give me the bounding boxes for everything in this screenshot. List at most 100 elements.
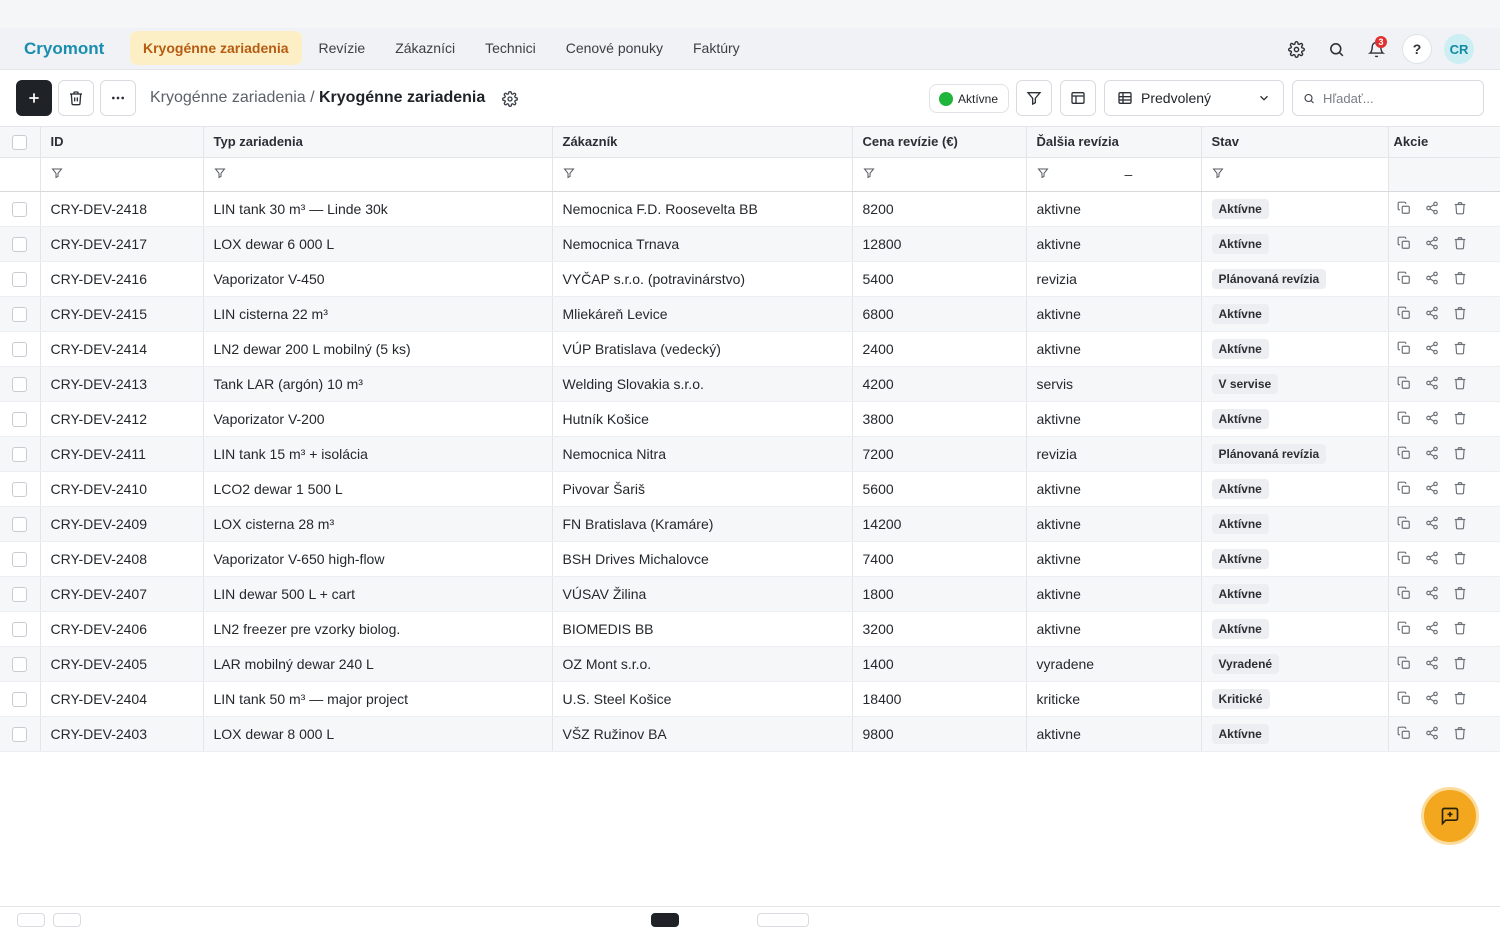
delete-selected-button[interactable] (58, 80, 94, 116)
cell-id[interactable]: CRY-DEV-2413 (40, 366, 204, 402)
table-row[interactable]: CRY-DEV-2411 LIN tank 15 m³ + isolácia Nem… (0, 436, 1500, 472)
cell-id[interactable]: CRY-DEV-2407 (40, 576, 204, 612)
pagination-first-button[interactable] (17, 913, 45, 927)
delete-row-button[interactable] (1453, 656, 1469, 672)
delete-row-button[interactable] (1453, 271, 1469, 287)
delete-row-button[interactable] (1453, 446, 1469, 462)
cell-id[interactable]: CRY-DEV-2408 (40, 541, 204, 577)
column-filter-id[interactable] (50, 167, 63, 179)
delete-row-button[interactable] (1453, 516, 1469, 532)
share-row-button[interactable] (1425, 481, 1441, 497)
row-checkbox[interactable] (12, 201, 28, 217)
share-row-button[interactable] (1425, 446, 1441, 462)
table-row[interactable]: CRY-DEV-2412 Vaporizator V-200 Hutník Koši… (0, 401, 1500, 437)
delete-row-button[interactable] (1453, 376, 1469, 392)
row-checkbox[interactable] (12, 586, 28, 602)
more-actions-button[interactable] (100, 80, 136, 116)
global-search-button[interactable] (1322, 35, 1350, 63)
cell-id[interactable]: CRY-DEV-2410 (40, 471, 204, 507)
row-checkbox[interactable] (12, 726, 28, 742)
copy-row-button[interactable] (1397, 656, 1413, 672)
share-row-button[interactable] (1425, 656, 1441, 672)
nav-link-revisions[interactable]: Revízie (306, 31, 379, 65)
pagination-current-page[interactable] (651, 913, 679, 927)
user-avatar[interactable]: CR (1444, 34, 1474, 64)
row-checkbox[interactable] (12, 236, 28, 252)
table-row[interactable]: CRY-DEV-2405 LAR mobilný dewar 240 L OZ Mo… (0, 646, 1500, 682)
delete-row-button[interactable] (1453, 201, 1469, 217)
filter-button[interactable] (1016, 80, 1052, 116)
share-row-button[interactable] (1425, 726, 1441, 742)
copy-row-button[interactable] (1397, 446, 1413, 462)
share-row-button[interactable] (1425, 236, 1441, 252)
copy-row-button[interactable] (1397, 551, 1413, 567)
share-row-button[interactable] (1425, 621, 1441, 637)
columns-button[interactable] (1060, 80, 1096, 116)
table-row[interactable]: CRY-DEV-2408 Vaporizator V-650 high-flow B… (0, 541, 1500, 577)
search-input[interactable] (1323, 90, 1473, 106)
cell-id[interactable]: CRY-DEV-2418 (40, 191, 204, 227)
copy-row-button[interactable] (1397, 726, 1413, 742)
nav-link-cryogenic-devices[interactable]: Kryogénne zariadenia (130, 31, 302, 65)
pagination-prev-button[interactable] (53, 913, 81, 927)
row-checkbox[interactable] (12, 691, 28, 707)
copy-row-button[interactable] (1397, 586, 1413, 602)
feedback-button[interactable] (1421, 787, 1479, 845)
share-row-button[interactable] (1425, 516, 1441, 532)
column-header-next-revision[interactable]: Ďalšia revízia (1026, 127, 1202, 158)
column-header-id[interactable]: ID (40, 127, 204, 158)
notifications-button[interactable]: 3 (1362, 35, 1390, 63)
table-row[interactable]: CRY-DEV-2417 LOX dewar 6 000 L Nemocnica T… (0, 226, 1500, 262)
cell-id[interactable]: CRY-DEV-2406 (40, 611, 204, 647)
copy-row-button[interactable] (1397, 236, 1413, 252)
delete-row-button[interactable] (1453, 691, 1469, 707)
delete-row-button[interactable] (1453, 341, 1469, 357)
delete-row-button[interactable] (1453, 481, 1469, 497)
page-size-select[interactable] (757, 913, 809, 927)
table-row[interactable]: CRY-DEV-2414 LN2 dewar 200 L mobilný (5 k… (0, 331, 1500, 367)
cell-id[interactable]: CRY-DEV-2404 (40, 681, 204, 717)
share-row-button[interactable] (1425, 201, 1441, 217)
share-row-button[interactable] (1425, 271, 1441, 287)
delete-row-button[interactable] (1453, 551, 1469, 567)
select-all-checkbox[interactable] (12, 134, 28, 150)
cell-id[interactable]: CRY-DEV-2417 (40, 226, 204, 262)
cell-id[interactable]: CRY-DEV-2403 (40, 716, 204, 752)
cell-id[interactable]: CRY-DEV-2412 (40, 401, 204, 437)
column-filter-type[interactable] (213, 167, 226, 179)
delete-row-button[interactable] (1453, 236, 1469, 252)
settings-button[interactable] (1282, 35, 1310, 63)
row-checkbox[interactable] (12, 446, 28, 462)
copy-row-button[interactable] (1397, 271, 1413, 287)
copy-row-button[interactable] (1397, 621, 1413, 637)
table-row[interactable]: CRY-DEV-2406 LN2 freezer pre vzorky biolo… (0, 611, 1500, 647)
table-row[interactable]: CRY-DEV-2410 LCO2 dewar 1 500 L Pivovar Ša… (0, 471, 1500, 507)
share-row-button[interactable] (1425, 376, 1441, 392)
cell-id[interactable]: CRY-DEV-2411 (40, 436, 204, 472)
nav-link-technicians[interactable]: Technici (472, 31, 549, 65)
column-filter-price[interactable] (862, 167, 875, 179)
column-filter-customer[interactable] (562, 167, 575, 179)
column-header-type[interactable]: Typ zariadenia (203, 127, 553, 158)
row-checkbox[interactable] (12, 341, 28, 357)
delete-row-button[interactable] (1453, 586, 1469, 602)
share-row-button[interactable] (1425, 306, 1441, 322)
share-row-button[interactable] (1425, 551, 1441, 567)
copy-row-button[interactable] (1397, 481, 1413, 497)
brand-logo[interactable]: Cryomont (24, 39, 104, 59)
copy-row-button[interactable] (1397, 691, 1413, 707)
table-row[interactable]: CRY-DEV-2415 LIN cisterna 22 m³ Mliekáreň … (0, 296, 1500, 332)
delete-row-button[interactable] (1453, 621, 1469, 637)
table-row[interactable]: CRY-DEV-2416 Vaporizator V-450 VYČAP s.r.o… (0, 261, 1500, 297)
cell-id[interactable]: CRY-DEV-2409 (40, 506, 204, 542)
share-row-button[interactable] (1425, 341, 1441, 357)
share-row-button[interactable] (1425, 691, 1441, 707)
copy-row-button[interactable] (1397, 411, 1413, 427)
table-row[interactable]: CRY-DEV-2407 LIN dewar 500 L + cart VÚSAV … (0, 576, 1500, 612)
row-checkbox[interactable] (12, 551, 28, 567)
cell-id[interactable]: CRY-DEV-2414 (40, 331, 204, 367)
copy-row-button[interactable] (1397, 516, 1413, 532)
share-row-button[interactable] (1425, 586, 1441, 602)
page-settings-button[interactable] (500, 89, 520, 109)
row-checkbox[interactable] (12, 411, 28, 427)
